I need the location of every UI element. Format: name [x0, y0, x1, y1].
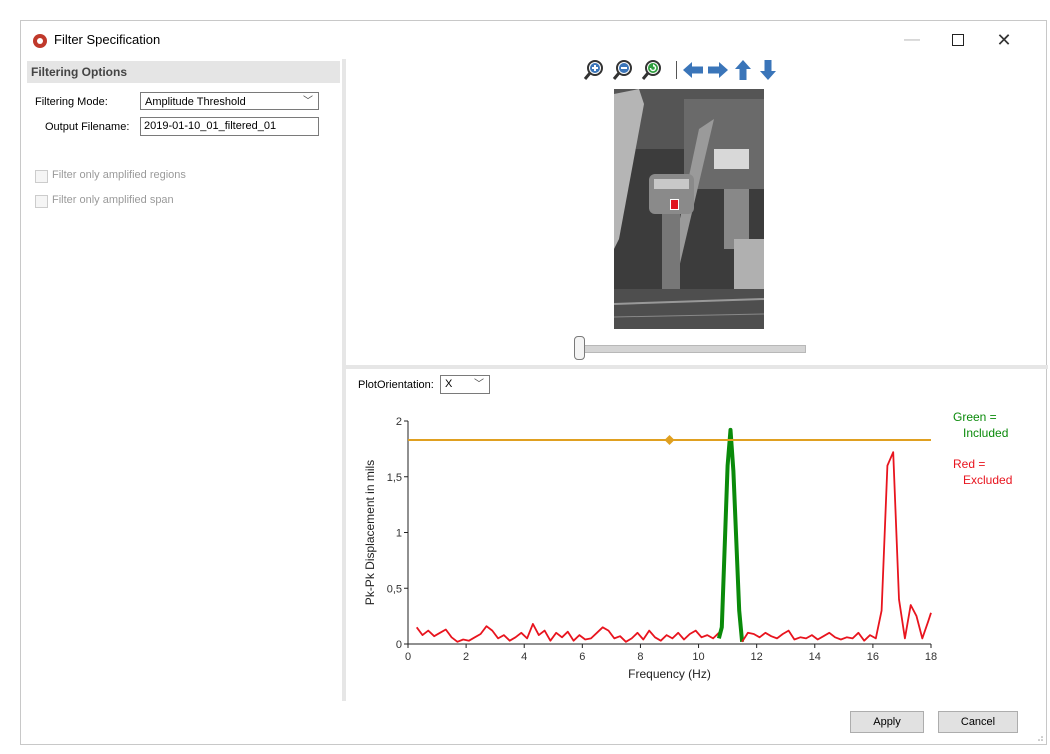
filter-regions-label: Filter only amplified regions: [52, 169, 186, 181]
zoom-out-icon: [612, 60, 632, 80]
y-axis-label: Pk-Pk Displacement in mils: [363, 460, 377, 605]
frequency-chart: 0 0,5 1 1,5 2 0 2 4 6 8 10 12 14 16 18 Frequency (Hz) Pk…: [363, 410, 1012, 681]
zoom-reset-button[interactable]: [641, 59, 663, 81]
close-icon: ✕: [996, 29, 1012, 50]
filtering-mode-value: Amplitude Threshold: [145, 96, 246, 108]
y-tick-label: 1,5: [387, 472, 402, 484]
plot-orientation-label: PlotOrientation:: [358, 379, 434, 391]
included-series-line: [716, 427, 745, 642]
filtering-options-header: Filtering Options: [27, 61, 340, 83]
pan-left-button[interactable]: [682, 59, 704, 81]
y-tick-label: 0,5: [387, 583, 402, 595]
industrial-scene-image: [614, 89, 764, 329]
zoom-in-button[interactable]: [583, 59, 605, 81]
arrow-right-icon: [708, 62, 728, 78]
plot-orientation-value: X: [445, 378, 453, 390]
image-toolbar: [583, 59, 803, 85]
filtering-mode-dropdown[interactable]: Amplitude Threshold ﹀: [140, 92, 319, 110]
apply-button[interactable]: Apply: [850, 711, 924, 733]
x-tick-label: 2: [463, 651, 469, 663]
excluded-series-line: [741, 451, 932, 643]
window-title: Filter Specification: [54, 32, 161, 47]
x-tick-label: 4: [521, 651, 527, 663]
threshold-handle[interactable]: [664, 434, 675, 445]
filter-span-label: Filter only amplified span: [52, 194, 174, 206]
x-tick-label: 6: [579, 651, 585, 663]
x-tick-label: 14: [809, 651, 821, 663]
maximize-icon: [952, 34, 964, 46]
x-tick-label: 12: [751, 651, 763, 663]
x-tick-label: 0: [405, 651, 411, 663]
pan-right-button[interactable]: [707, 59, 729, 81]
y-tick-label: 2: [396, 416, 402, 428]
legend-text: Included: [953, 426, 1008, 440]
frame-slider-track[interactable]: [584, 345, 806, 353]
zoom-in-icon: [583, 60, 603, 80]
toolbar-separator: [676, 61, 677, 79]
x-tick-label: 16: [867, 651, 879, 663]
arrow-up-icon: [735, 60, 751, 80]
plot-orientation-dropdown[interactable]: X ﹀: [440, 375, 490, 394]
cancel-button[interactable]: Cancel: [938, 711, 1018, 733]
chevron-down-icon: ﹀: [474, 379, 484, 390]
output-filename-label: Output Filename:: [45, 121, 130, 133]
arrow-left-icon: [683, 62, 703, 78]
tracking-marker[interactable]: [670, 199, 679, 210]
horizontal-splitter[interactable]: [346, 365, 1048, 369]
close-button[interactable]: ✕: [981, 26, 1027, 54]
frame-slider-thumb[interactable]: [574, 336, 585, 360]
maximize-button[interactable]: [935, 26, 981, 54]
video-frame-image[interactable]: [614, 89, 764, 329]
y-tick-label: 1: [396, 528, 402, 540]
output-filename-input[interactable]: 2019-01-10_01_filtered_01: [140, 117, 319, 136]
filtering-mode-label: Filtering Mode:: [35, 96, 108, 108]
app-logo-icon: [33, 34, 47, 48]
minimize-button[interactable]: —: [889, 26, 935, 54]
arrow-down-icon: [760, 60, 776, 80]
y-tick-label: 0: [396, 639, 402, 651]
minimize-icon: —: [904, 31, 920, 48]
legend-text: Excluded: [953, 473, 1012, 487]
resize-grip-icon[interactable]: [1035, 733, 1043, 741]
title-bar: Filter Specification — ✕: [21, 21, 1046, 59]
zoom-reset-icon: [641, 60, 661, 80]
filter-span-checkbox[interactable]: [35, 195, 48, 208]
x-axis-label: Frequency (Hz): [628, 667, 711, 681]
legend-text: Green =: [953, 410, 997, 424]
filter-specification-window: Filter Specification — ✕ Filtering Optio…: [20, 20, 1048, 745]
x-tick-label: 18: [925, 651, 937, 663]
legend-text: Red =: [953, 457, 985, 471]
excluded-series-line: [415, 622, 720, 643]
zoom-out-button[interactable]: [612, 59, 634, 81]
x-tick-label: 8: [637, 651, 643, 663]
filtering-options-panel: Filtering Options Filtering Mode: Amplit…: [27, 59, 340, 699]
filter-regions-checkbox[interactable]: [35, 170, 48, 183]
pan-up-button[interactable]: [732, 59, 754, 81]
x-tick-label: 10: [692, 651, 704, 663]
chevron-down-icon: ﹀: [303, 96, 313, 107]
pan-down-button[interactable]: [757, 59, 779, 81]
